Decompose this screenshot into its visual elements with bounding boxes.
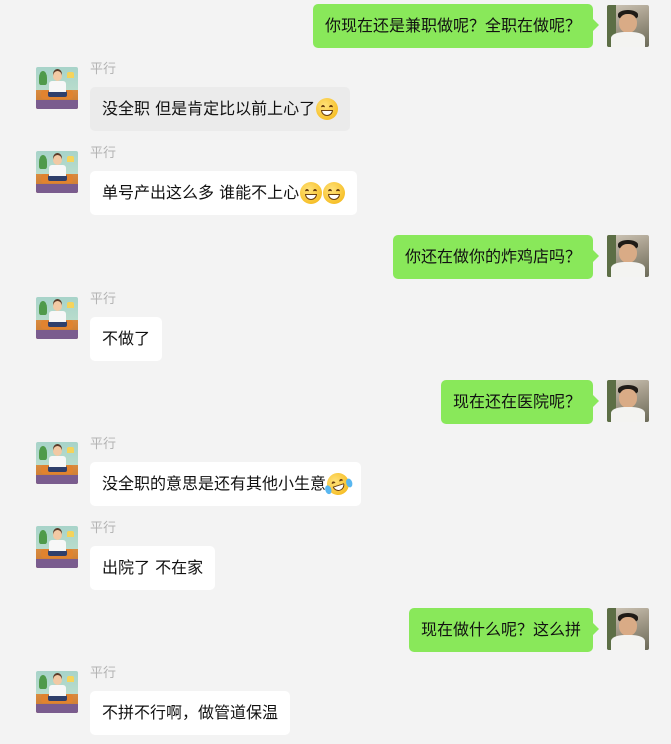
message-row-outgoing: 你还在做你的炸鸡店吗？ <box>0 230 671 280</box>
message-row-incoming: 平行 不拼不行啊，做管道保温 <box>0 664 671 744</box>
message-row-outgoing: 你现在还是兼职做呢？全职在做呢？ <box>0 0 671 50</box>
message-row-incoming: 平行 单号产出这么多 谁能不上心 <box>0 144 671 219</box>
message-bubble-outgoing[interactable]: 现在做什么呢？这么拼 <box>408 608 600 652</box>
contact-avatar[interactable] <box>36 67 78 109</box>
message-text: 没全职的意思是还有其他小生意 <box>102 474 327 493</box>
sender-name: 平行 <box>90 146 117 161</box>
sender-name: 平行 <box>90 666 117 681</box>
contact-avatar[interactable] <box>36 526 78 568</box>
message-bubble-incoming[interactable]: 出院了 不在家 <box>90 546 216 590</box>
sender-name: 平行 <box>90 521 117 536</box>
sender-name: 平行 <box>90 292 117 307</box>
message-row-outgoing: 现在做什么呢？这么拼 <box>0 604 671 654</box>
message-row-incoming: 平行 出院了 不在家 <box>0 519 671 594</box>
contact-avatar[interactable] <box>36 671 78 713</box>
message-bubble-outgoing[interactable]: 你现在还是兼职做呢？全职在做呢？ <box>312 4 600 48</box>
message-text: 没全职 但是肯定比以前上心了 <box>102 99 316 118</box>
message-bubble-incoming[interactable]: 单号产出这么多 谁能不上心 <box>90 171 358 215</box>
grinning-face-emoji <box>316 98 339 120</box>
message-bubble-incoming[interactable]: 不做了 <box>90 317 163 361</box>
message-text: 你现在还是兼职做呢？全职在做呢？ <box>324 16 581 35</box>
message-text: 现在还在医院呢？ <box>452 392 581 411</box>
message-text: 你还在做你的炸鸡店吗？ <box>404 247 581 266</box>
my-avatar[interactable] <box>607 608 649 650</box>
message-row-incoming: 平行 不做了 <box>0 290 671 365</box>
contact-avatar[interactable] <box>36 151 78 193</box>
contact-avatar[interactable] <box>36 297 78 339</box>
message-bubble-incoming[interactable]: 没全职 但是肯定比以前上心了 <box>90 87 351 131</box>
grinning-face-emoji <box>300 182 323 204</box>
message-bubble-outgoing[interactable]: 现在还在医院呢？ <box>440 380 600 424</box>
contact-avatar[interactable] <box>36 442 78 484</box>
message-text: 单号产出这么多 谁能不上心 <box>102 183 300 202</box>
message-row-incoming: 平行 没全职 但是肯定比以前上心了 <box>0 60 671 135</box>
message-bubble-outgoing[interactable]: 你还在做你的炸鸡店吗？ <box>392 235 600 279</box>
chat-message-list: 你现在还是兼职做呢？全职在做呢？ 平行 没全职 但是肯定比以前上心了 平行 单号… <box>0 0 671 744</box>
message-text: 不做了 <box>102 329 151 348</box>
sender-name: 平行 <box>90 62 117 77</box>
sender-name: 平行 <box>90 437 117 452</box>
message-bubble-incoming[interactable]: 没全职的意思是还有其他小生意 <box>90 462 362 506</box>
grinning-face-emoji <box>323 182 346 204</box>
message-text: 不拼不行啊，做管道保温 <box>102 703 279 722</box>
message-text: 现在做什么呢？这么拼 <box>420 620 581 639</box>
my-avatar[interactable] <box>607 380 649 422</box>
my-avatar[interactable] <box>607 5 649 47</box>
my-avatar[interactable] <box>607 235 649 277</box>
message-row-outgoing: 现在还在医院呢？ <box>0 376 671 426</box>
message-bubble-incoming[interactable]: 不拼不行啊，做管道保温 <box>90 691 291 735</box>
message-text: 出院了 不在家 <box>102 558 204 577</box>
message-row-incoming: 平行 没全职的意思是还有其他小生意 <box>0 435 671 510</box>
rolling-laughing-emoji <box>324 470 354 498</box>
